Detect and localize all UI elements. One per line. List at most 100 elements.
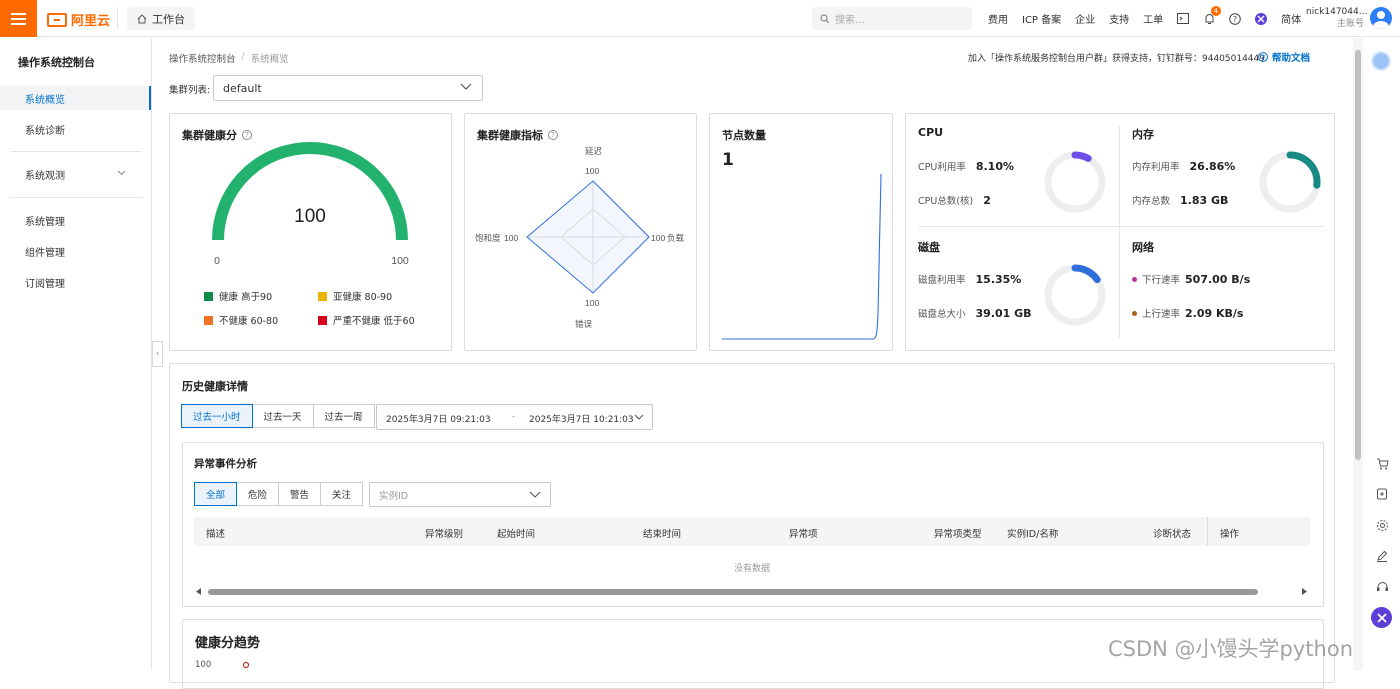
disk-usage-value: 15.35%: [975, 272, 1022, 286]
chevron-down-icon: [529, 491, 541, 498]
breadcrumb-overview: 系统概览: [250, 54, 289, 65]
gauge-min-label: 0: [214, 255, 220, 267]
nav-fee[interactable]: 费用: [988, 11, 1008, 26]
breadcrumb: 操作系统控制台 / 系统概览: [169, 51, 289, 65]
filter-attention[interactable]: 关注: [320, 482, 364, 506]
filter-danger[interactable]: 危险: [236, 482, 280, 506]
disk-total-row: 磁盘总大小 39.01 GB: [918, 306, 1032, 321]
terminal-icon[interactable]: [1177, 13, 1190, 25]
search-placeholder: 搜索...: [835, 15, 865, 26]
col-level: 异常级别: [425, 529, 464, 540]
nav-enterprise[interactable]: 企业: [1075, 11, 1095, 26]
resource-metrics-card: CPU CPU利用率 8.10% CPU总数(核) 2 内存 内存利用率 26.86%…: [905, 113, 1335, 351]
radar-label-load: 负载: [667, 233, 685, 243]
radar-area: [526, 180, 650, 294]
language-switch[interactable]: 简体: [1281, 11, 1301, 26]
memory-total-value: 1.83 GB: [1180, 193, 1229, 207]
col-anomaly-type: 异常项类型: [934, 529, 982, 540]
menu-icon[interactable]: [0, 0, 37, 37]
anomaly-title: 异常事件分析: [194, 458, 257, 470]
top-nav: 费用 ICP 备案 企业 支持 工单 4 ? 简体: [988, 0, 1315, 37]
help-docs-link[interactable]: ? 帮助文档: [1258, 50, 1310, 64]
assistant-avatar-icon[interactable]: [1371, 51, 1391, 71]
svg-text:?: ?: [1233, 14, 1237, 23]
col-anomaly-item: 异常项: [789, 529, 818, 540]
anomaly-table-header: 描述 异常级别 起始时间 结束时间 异常项 异常项类型 实例ID/名称 诊断状态…: [194, 517, 1310, 546]
memory-total-row: 内存总数 1.83 GB: [1132, 193, 1229, 208]
watermark: CSDN @小馒头学python: [1108, 637, 1354, 661]
collapse-sidebar-button[interactable]: ‹: [152, 341, 163, 367]
trend-y-top-label: 100: [195, 660, 212, 670]
assistant-icon[interactable]: [1255, 12, 1268, 25]
health-score-value: 100: [294, 206, 326, 227]
table-horizontal-scrollbar[interactable]: [194, 586, 1310, 596]
trend-point: [242, 661, 250, 669]
help-icon[interactable]: ?: [1229, 12, 1241, 25]
health-score-card: 集群健康分 ? 100 0 100 健康 高于90 亚健康 80-90 不健康 …: [169, 113, 452, 351]
workbench-label: 工作台: [152, 12, 185, 26]
radar-label-saturation: 饱和度: [475, 233, 501, 243]
user-info[interactable]: nick147044... 主账号: [1306, 6, 1367, 30]
filter-all[interactable]: 全部: [194, 482, 238, 506]
page-vertical-scrollbar[interactable]: [1353, 38, 1363, 670]
date-range-picker[interactable]: 2025年3月7日 09:21:03 - 2025年3月7日 10:21:03: [376, 404, 653, 430]
sidebar-item-system-mgmt[interactable]: 系统管理: [0, 208, 151, 232]
nav-support[interactable]: 支持: [1109, 11, 1129, 26]
app-icon[interactable]: [1375, 487, 1389, 501]
nav-icp[interactable]: ICP 备案: [1022, 11, 1061, 26]
cart-icon[interactable]: [1375, 457, 1389, 471]
chevron-down-icon: [634, 414, 644, 420]
instance-id-select[interactable]: 实例ID: [369, 482, 551, 507]
cpu-total-value: 2: [983, 193, 991, 207]
search-icon: [820, 13, 830, 23]
edit-icon[interactable]: [1375, 549, 1389, 563]
sidebar-item-observe[interactable]: 系统观测: [0, 162, 151, 186]
cluster-select[interactable]: default: [213, 75, 483, 101]
network-down-row: 下行速率 507.00 B/s: [1132, 272, 1250, 286]
settings-icon[interactable]: [1375, 518, 1389, 532]
search-input[interactable]: 搜索...: [812, 7, 972, 30]
range-last-day[interactable]: 过去一天: [251, 404, 314, 428]
nav-ticket[interactable]: 工单: [1143, 11, 1163, 26]
bell-icon[interactable]: 4: [1203, 5, 1222, 25]
radar-label-error: 错误: [575, 319, 593, 329]
cpu-usage-row: CPU利用率 8.10%: [918, 159, 1014, 174]
notification-badge: 4: [1210, 5, 1222, 16]
range-last-week[interactable]: 过去一周: [312, 404, 375, 428]
aliyun-logo[interactable]: 阿里云: [47, 10, 110, 29]
range-last-hour[interactable]: 过去一小时: [181, 404, 253, 428]
disk-total-value: 39.01 GB: [975, 306, 1032, 320]
sidebar-item-diagnosis[interactable]: 系统诊断: [0, 117, 151, 141]
top-bar: 阿里云 工作台 搜索... 费用 ICP 备案 企业 支持 工单 4 ? 简体 …: [0, 0, 1400, 37]
filter-warning[interactable]: 警告: [278, 482, 322, 506]
radar-value-latency: 100: [585, 166, 599, 176]
range-end: 2025年3月7日 10:21:03: [529, 415, 634, 425]
sidebar-item-observe-label: 系统观测: [25, 170, 65, 182]
avatar[interactable]: [1370, 7, 1392, 29]
network-down-value: 507.00 B/s: [1185, 272, 1251, 286]
sidebar-item-subscription-mgmt[interactable]: 订阅管理: [0, 270, 151, 294]
cluster-value: default: [223, 81, 262, 95]
headset-icon[interactable]: [1375, 580, 1389, 594]
cpu-usage-ring: [1044, 151, 1106, 213]
chevron-down-icon: [117, 170, 126, 176]
breadcrumb-console[interactable]: 操作系统控制台: [169, 51, 236, 65]
workbench-button[interactable]: 工作台: [127, 7, 195, 30]
memory-usage-ring: [1259, 151, 1321, 213]
chevron-down-icon: [460, 83, 472, 90]
col-end-time: 结束时间: [643, 529, 682, 540]
ai-assistant-icon[interactable]: [1371, 607, 1392, 628]
disk-usage-row: 磁盘利用率 15.35%: [918, 272, 1022, 287]
legend-unhealthy: 不健康 60-80: [204, 313, 278, 327]
radar-value-saturation: 100: [504, 233, 518, 243]
health-radar-chart: 延迟 100 饱和度 100 100 负载 100 错误: [475, 146, 685, 329]
right-toolbar: [1366, 38, 1400, 670]
sidebar-item-overview[interactable]: 系统概览: [0, 86, 151, 110]
anomaly-panel: 异常事件分析 全部 危险 警告 关注 实例ID 描述 异常级别 起始时间 结束时…: [182, 442, 1324, 607]
sidebar-item-component-mgmt[interactable]: 组件管理: [0, 239, 151, 263]
instance-placeholder: 实例ID: [379, 490, 409, 502]
user-role: 主账号: [1336, 19, 1364, 29]
network-up-value: 2.09 KB/s: [1185, 306, 1244, 320]
col-instance: 实例ID/名称: [1007, 529, 1059, 540]
svg-text:?: ?: [1261, 54, 1265, 62]
